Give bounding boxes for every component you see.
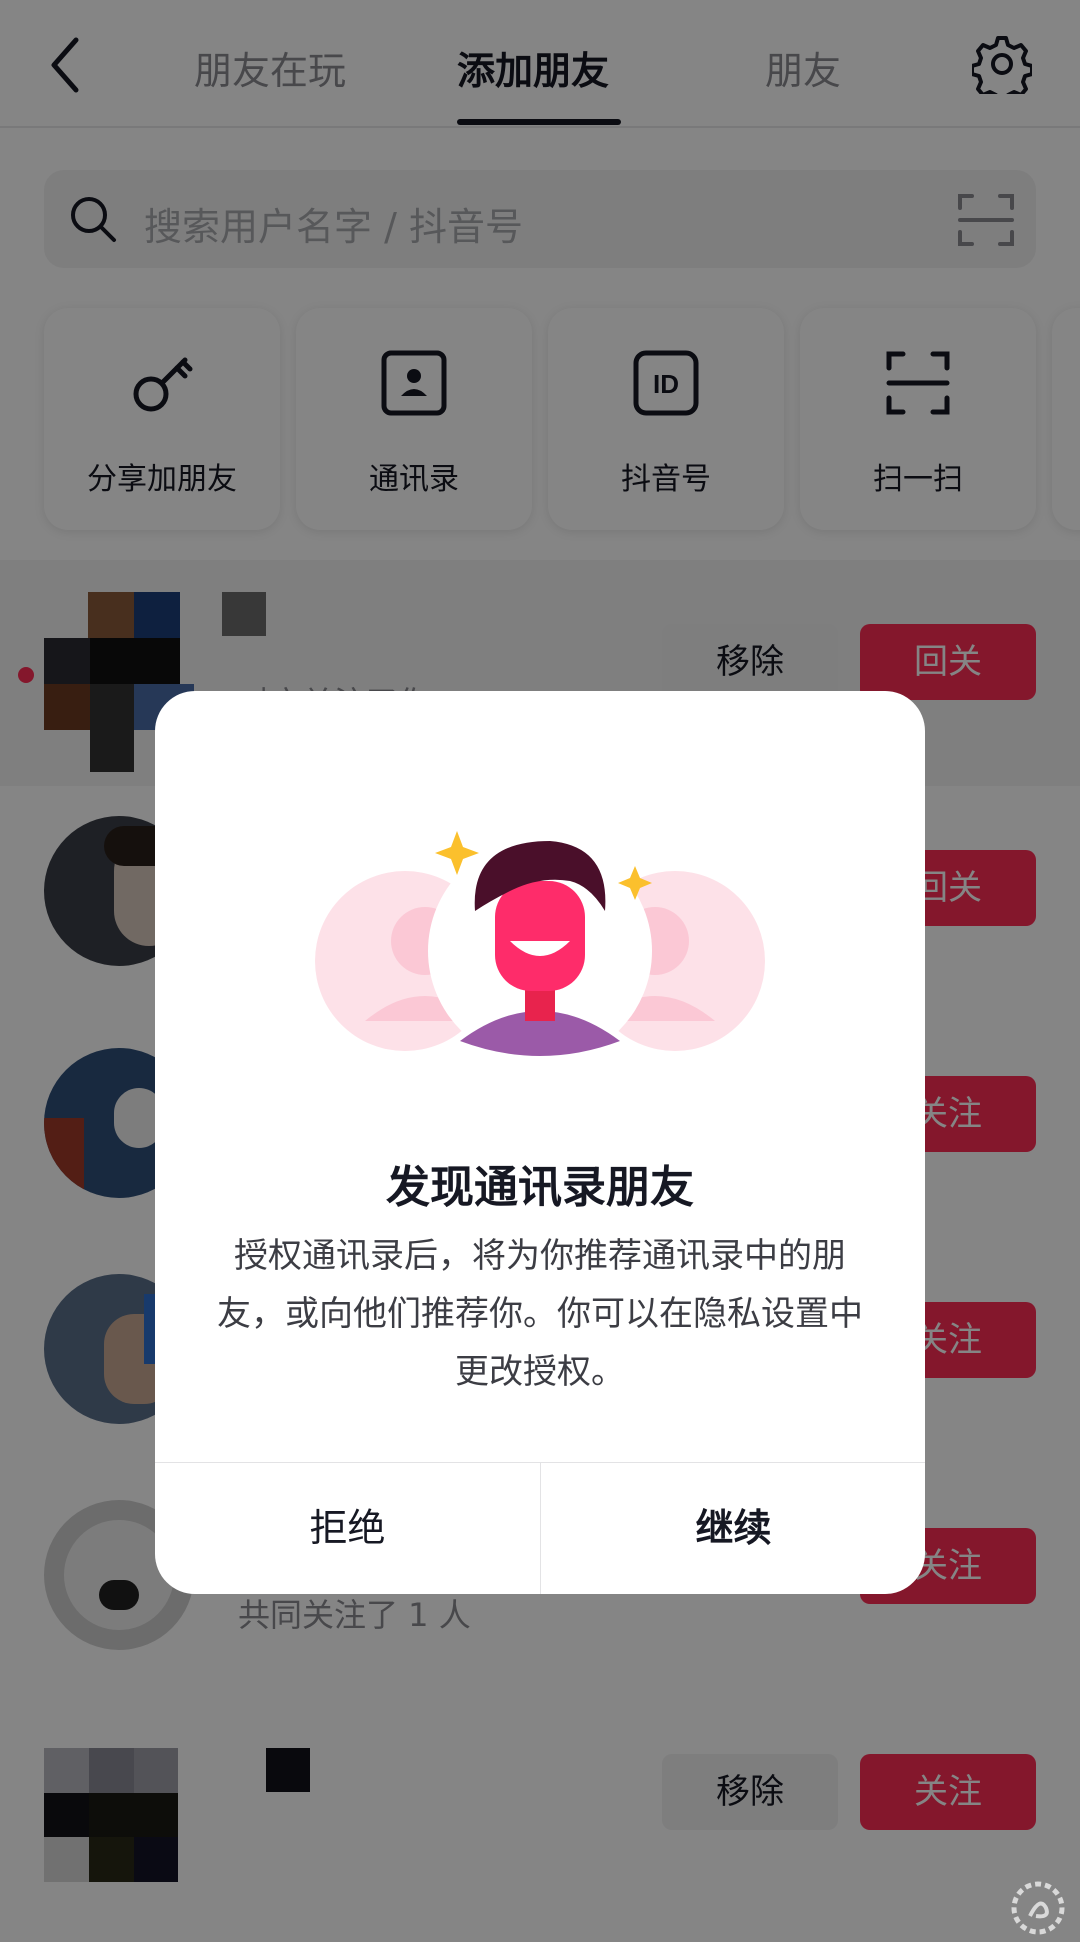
continue-button[interactable]: 继续	[541, 1463, 925, 1594]
dialog-title: 发现通讯录朋友	[386, 1162, 694, 1213]
reject-button[interactable]: 拒绝	[155, 1463, 540, 1594]
friends-illustration-icon	[315, 831, 765, 1063]
dialog-body: 授权通讯录后，将为你推荐通讯录中的朋友，或向他们推荐你。你可以在隐私设置中更改授…	[217, 1236, 863, 1392]
contacts-permission-dialog: 发现通讯录朋友 授权通讯录后，将为你推荐通讯录中的朋友，或向他们推荐你。你可以在…	[155, 691, 925, 1594]
watermark-logo-icon	[1011, 1881, 1065, 1935]
